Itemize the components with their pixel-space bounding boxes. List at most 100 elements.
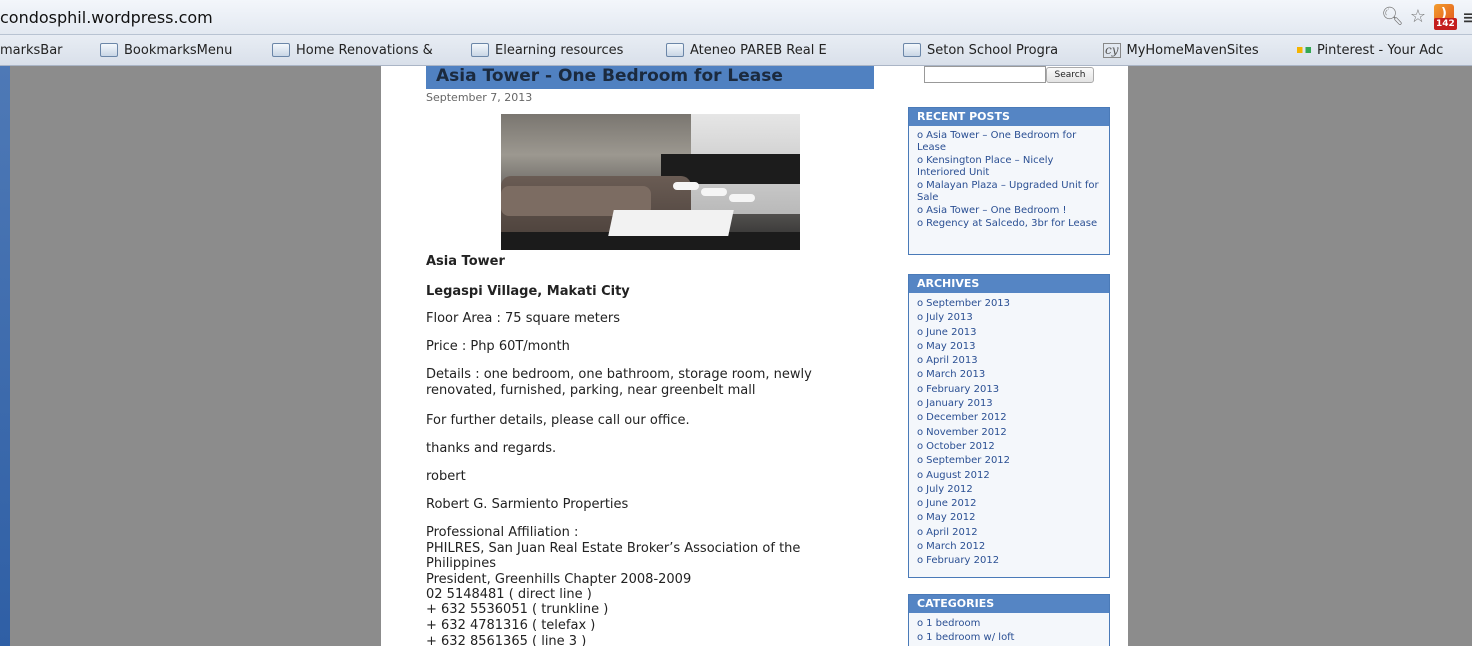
bullet-icon: o bbox=[917, 326, 924, 338]
archive-link-label: July 2013 bbox=[926, 312, 973, 324]
archive-link[interactable]: o January 2013 bbox=[917, 397, 1101, 411]
archive-link[interactable]: o July 2012 bbox=[917, 483, 1101, 497]
bookmark-label: MyHomeMavenSites bbox=[1126, 42, 1259, 58]
bullet-icon: o bbox=[917, 218, 924, 229]
bookmark-ateneo-pareb[interactable]: Ateneo PAREB Real E bbox=[666, 41, 856, 59]
photo-stool bbox=[673, 182, 699, 190]
post-line: + 632 5536051 ( trunkline ) bbox=[426, 602, 609, 617]
category-link-label: 1 bedroom bbox=[926, 618, 981, 629]
archive-link[interactable]: o May 2012 bbox=[917, 511, 1101, 525]
archive-link[interactable]: o March 2013 bbox=[917, 368, 1101, 382]
archive-link-label: June 2013 bbox=[926, 326, 977, 338]
post-line: Professional Affiliation : bbox=[426, 525, 579, 540]
recent-post-link[interactable]: o Malayan Plaza – Upgraded Unit for Sale bbox=[917, 180, 1101, 204]
bookmark-label: Elearning resources bbox=[495, 42, 624, 58]
archive-link-label: April 2012 bbox=[926, 526, 978, 538]
bookmark-seton-school[interactable]: Seton School Progra bbox=[903, 41, 1093, 59]
bullet-icon: o bbox=[917, 155, 924, 166]
archive-link-label: March 2012 bbox=[926, 541, 986, 553]
bullet-icon: o bbox=[917, 469, 924, 481]
archive-link[interactable]: o February 2012 bbox=[917, 554, 1101, 568]
bookmark-label: Pinterest - Your Adc bbox=[1317, 42, 1444, 58]
bullet-icon: o bbox=[917, 555, 924, 567]
photo-table bbox=[608, 210, 734, 236]
bullet-icon: o bbox=[917, 130, 924, 141]
post-line: Price : Php 60T/month bbox=[426, 339, 570, 354]
folder-icon bbox=[903, 43, 921, 57]
archive-link-label: January 2013 bbox=[926, 398, 993, 410]
bullet-icon: o bbox=[917, 383, 924, 395]
archive-link[interactable]: o April 2012 bbox=[917, 526, 1101, 540]
folder-icon bbox=[471, 43, 489, 57]
search-input[interactable] bbox=[924, 66, 1046, 83]
categories-list: o1 bedroom o 1 bedroom w/ loft bbox=[909, 613, 1109, 646]
archive-link[interactable]: o February 2013 bbox=[917, 383, 1101, 397]
recent-post-link[interactable]: o Regency at Salcedo, 3br for Lease bbox=[917, 218, 1101, 230]
bookmark-pinterest[interactable]: Pinterest - Your Adc bbox=[1297, 41, 1472, 59]
category-link[interactable]: o1 bedroom bbox=[917, 617, 1101, 631]
archive-link-label: April 2013 bbox=[926, 355, 978, 367]
archive-link[interactable]: o June 2013 bbox=[917, 326, 1101, 340]
bookmark-label: Ateneo PAREB Real E bbox=[690, 42, 827, 58]
post-title[interactable]: Asia Tower - One Bedroom for Lease bbox=[426, 66, 874, 89]
recent-post-link[interactable]: o Kensington Place – Nicely Interiored Un… bbox=[917, 155, 1101, 179]
archive-link-label: February 2012 bbox=[926, 555, 1000, 567]
archive-link[interactable]: o June 2012 bbox=[917, 497, 1101, 511]
bookmark-home-renovations[interactable]: Home Renovations & bbox=[272, 41, 452, 59]
post-photo[interactable] bbox=[501, 114, 800, 250]
archive-link[interactable]: o April 2013 bbox=[917, 354, 1101, 368]
url-field[interactable]: condosphil.wordpress.com bbox=[0, 8, 213, 27]
blog-page: Asia Tower - One Bedroom for Lease Septe… bbox=[381, 66, 1128, 646]
star-icon[interactable]: ☆ bbox=[1410, 8, 1426, 26]
archive-link[interactable]: o October 2012 bbox=[917, 440, 1101, 454]
archives-widget: ARCHIVES o September 2013 o July 2013 o June … bbox=[908, 274, 1110, 578]
menu-icon[interactable]: ≡ bbox=[1462, 5, 1472, 29]
bullet-icon: o bbox=[917, 455, 924, 467]
bullet-icon: o bbox=[917, 618, 924, 629]
photo-stool bbox=[701, 188, 727, 196]
bullet-icon: o bbox=[917, 426, 924, 438]
archive-link-label: August 2012 bbox=[926, 469, 990, 481]
rss-extension-icon[interactable]: ) 142 bbox=[1432, 4, 1457, 30]
post-line: thanks and regards. bbox=[426, 441, 557, 456]
category-link[interactable]: o1 bedroom w/ loft bbox=[917, 631, 1101, 645]
archive-link[interactable]: o September 2013 bbox=[917, 297, 1101, 311]
category-link-label: 1 bedroom w/ loft bbox=[926, 632, 1015, 643]
archive-link[interactable]: o December 2012 bbox=[917, 411, 1101, 425]
post-line: Asia Tower bbox=[426, 254, 505, 269]
post-line: For further details, please call our off… bbox=[426, 413, 690, 428]
rss-badge: 142 bbox=[1434, 18, 1457, 30]
zoom-icon[interactable]: 🔍︎ bbox=[1381, 8, 1404, 26]
archive-link[interactable]: o March 2012 bbox=[917, 540, 1101, 554]
recent-post-link[interactable]: o Asia Tower – One Bedroom ! bbox=[917, 205, 1101, 217]
archive-link[interactable]: o May 2013 bbox=[917, 340, 1101, 354]
address-bar-icons: 🔍︎ ☆ ) 142 ≡ bbox=[1381, 4, 1472, 30]
archive-link[interactable]: o November 2012 bbox=[917, 426, 1101, 440]
bookmark-marksbar[interactable]: marksBar bbox=[0, 41, 90, 59]
bullet-icon: o bbox=[917, 398, 924, 410]
search-button[interactable]: Search bbox=[1046, 67, 1094, 83]
bookmark-page[interactable] bbox=[870, 41, 890, 59]
bookmark-bookmarksmenu[interactable]: BookmarksMenu bbox=[100, 41, 256, 59]
bullet-icon: o bbox=[917, 541, 924, 553]
post-line: + 632 8561365 ( line 3 ) bbox=[426, 634, 587, 646]
bullet-icon: o bbox=[917, 526, 924, 538]
bookmark-label: Seton School Progra bbox=[927, 42, 1059, 58]
recent-posts-list: o Asia Tower – One Bedroom for Lease o Kens… bbox=[909, 126, 1109, 235]
post-line: Details : one bedroom, one bathroom, sto… bbox=[426, 367, 812, 398]
archive-link-label: May 2012 bbox=[926, 512, 976, 524]
bullet-icon: o bbox=[917, 180, 924, 191]
bookmark-elearning[interactable]: Elearning resources bbox=[471, 41, 649, 59]
archive-link[interactable]: o August 2012 bbox=[917, 469, 1101, 483]
bullet-icon: o bbox=[917, 483, 924, 495]
bookmark-myhomemaven[interactable]: cy MyHomeMavenSites bbox=[1103, 41, 1283, 59]
post-line: Robert G. Sarmiento Properties bbox=[426, 497, 629, 512]
archive-link[interactable]: o July 2013 bbox=[917, 311, 1101, 325]
window-edge bbox=[0, 66, 10, 646]
archive-link-label: November 2012 bbox=[926, 426, 1007, 438]
recent-post-link[interactable]: o Asia Tower – One Bedroom for Lease bbox=[917, 130, 1101, 154]
post-line: 02 5148481 ( direct line ) bbox=[426, 587, 592, 602]
archive-link[interactable]: o September 2012 bbox=[917, 454, 1101, 468]
pinterest-icon bbox=[1297, 47, 1311, 53]
bullet-icon: o bbox=[917, 340, 924, 352]
